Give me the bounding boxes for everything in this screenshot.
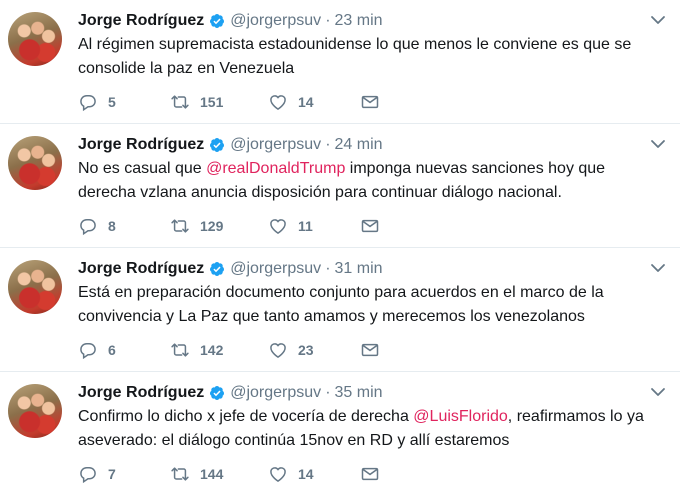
like-button[interactable]: 14 [268,464,314,484]
tweet-actions: 5 151 14 [78,92,398,112]
avatar[interactable] [8,260,62,314]
chevron-down-icon[interactable] [650,136,666,152]
envelope-icon [361,219,379,233]
avatar[interactable] [8,12,62,66]
like-button[interactable]: 23 [268,340,314,360]
like-button[interactable]: 14 [268,92,314,112]
direct-message-button[interactable] [360,92,380,112]
author-name[interactable]: Jorge Rodríguez [78,384,204,402]
tweet[interactable]: Jorge Rodríguez @jorgerpsuv · 24 min No … [0,124,680,248]
reply-icon [80,467,96,484]
direct-message-button[interactable] [360,464,380,484]
retweet-count: 129 [200,218,224,234]
retweet-icon [171,467,189,481]
timestamp[interactable]: 24 min [335,136,383,154]
heart-icon [270,467,286,482]
verified-badge-icon [210,386,225,400]
tweet[interactable]: Jorge Rodríguez @jorgerpsuv · 23 min Al … [0,0,680,124]
verified-badge-icon [210,138,225,152]
like-button[interactable]: 11 [268,216,313,236]
avatar[interactable] [8,384,62,438]
retweet-button[interactable]: 151 [170,92,223,112]
direct-message-button[interactable] [360,340,380,360]
direct-message-button[interactable] [360,216,380,236]
reply-count: 5 [108,94,116,110]
reply-count: 7 [108,466,116,482]
separator: · [325,260,331,277]
author-handle[interactable]: @jorgerpsuv [230,136,321,154]
retweet-icon [171,343,189,357]
reply-icon [80,95,96,112]
heart-icon [270,343,286,358]
tweet-text: Al régimen supremacista estadounidense l… [78,33,648,81]
mention-link[interactable]: @realDonaldTrump [206,160,345,177]
reply-button[interactable]: 5 [78,92,116,112]
tweet-actions: 6 142 23 [78,340,398,360]
reply-button[interactable]: 8 [78,216,116,236]
timestamp[interactable]: 35 min [335,384,383,402]
avatar[interactable] [8,136,62,190]
separator: · [325,136,331,153]
retweet-icon [171,219,189,233]
reply-button[interactable]: 7 [78,464,116,484]
tweet-timeline: Jorge Rodríguez @jorgerpsuv · 23 min Al … [0,0,680,493]
mention-link[interactable]: @LuisFlorido [413,408,508,425]
envelope-icon [361,95,379,109]
tweet[interactable]: Jorge Rodríguez @jorgerpsuv · 31 min Est… [0,248,680,372]
envelope-icon [361,343,379,357]
tweet-text-segment: No es casual que [78,160,207,177]
author-handle[interactable]: @jorgerpsuv [230,12,321,30]
chevron-down-icon[interactable] [650,12,666,28]
like-count: 14 [298,466,314,482]
tweet-text: Confirmo lo dicho x jefe de vocería de d… [78,405,648,453]
tweet-text-segment: Al régimen supremacista estadounidense l… [78,36,632,77]
like-count: 23 [298,342,314,358]
retweet-button[interactable]: 129 [170,216,223,236]
reply-count: 8 [108,218,116,234]
retweet-icon [171,95,189,109]
retweet-button[interactable]: 142 [170,340,223,360]
chevron-down-icon[interactable] [650,384,666,400]
tweet-text-segment: Está en preparación documento conjunto p… [78,284,604,325]
tweet-text: Está en preparación documento conjunto p… [78,281,648,329]
like-count: 11 [298,218,313,234]
retweet-count: 142 [200,342,224,358]
separator: · [325,384,331,401]
reply-count: 6 [108,342,116,358]
timestamp[interactable]: 31 min [335,260,383,278]
separator: · [325,12,331,29]
tweet-actions: 8 129 11 [78,216,398,236]
retweet-count: 151 [200,94,224,110]
reply-icon [80,219,96,236]
envelope-icon [361,467,379,481]
author-name[interactable]: Jorge Rodríguez [78,260,204,278]
author-name[interactable]: Jorge Rodríguez [78,136,204,154]
heart-icon [270,219,286,234]
heart-icon [270,95,286,110]
tweet-text: No es casual que @realDonaldTrump impong… [78,157,648,205]
like-count: 14 [298,94,314,110]
timestamp[interactable]: 23 min [335,12,383,30]
retweet-button[interactable]: 144 [170,464,223,484]
verified-badge-icon [210,14,225,28]
tweet-header: Jorge Rodríguez @jorgerpsuv · 35 min [78,382,640,404]
tweet-header: Jorge Rodríguez @jorgerpsuv · 24 min [78,134,640,156]
tweet-header: Jorge Rodríguez @jorgerpsuv · 23 min [78,10,640,32]
chevron-down-icon[interactable] [650,260,666,276]
reply-icon [80,343,96,360]
author-handle[interactable]: @jorgerpsuv [230,260,321,278]
retweet-count: 144 [200,466,224,482]
author-name[interactable]: Jorge Rodríguez [78,12,204,30]
tweet-header: Jorge Rodríguez @jorgerpsuv · 31 min [78,258,640,280]
tweet[interactable]: Jorge Rodríguez @jorgerpsuv · 35 min Con… [0,372,680,493]
tweet-text-segment: Confirmo lo dicho x jefe de vocería de d… [78,408,414,425]
reply-button[interactable]: 6 [78,340,116,360]
author-handle[interactable]: @jorgerpsuv [230,384,321,402]
verified-badge-icon [210,262,225,276]
tweet-actions: 7 144 14 [78,464,398,484]
